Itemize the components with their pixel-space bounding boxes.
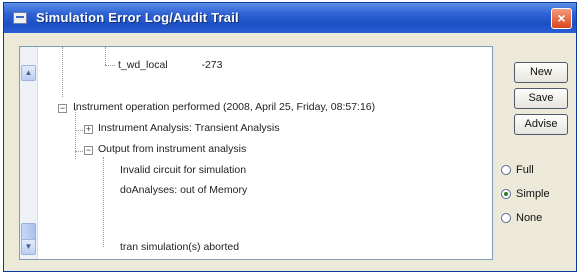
radio-none-indicator[interactable] — [501, 213, 511, 224]
tree-connector — [75, 130, 83, 131]
title-bar[interactable]: Simulation Error Log/Audit Trail × — [4, 3, 576, 33]
tree-connector — [105, 65, 115, 66]
log-operation-header[interactable]: Instrument operation performed (2008, Ap… — [73, 101, 375, 113]
tree-connector — [75, 151, 83, 152]
app-icon — [13, 12, 27, 24]
tree-connector — [62, 47, 63, 97]
collapse-output-toggle[interactable]: − — [84, 146, 93, 155]
log-output-node[interactable]: Output from instrument analysis — [98, 143, 246, 155]
radio-simple-label: Simple — [516, 188, 550, 200]
expand-analysis-toggle[interactable]: + — [84, 125, 93, 134]
log-line-variable: t_wd_local -273 — [118, 59, 222, 71]
radio-simple[interactable]: Simple — [501, 188, 550, 200]
vertical-scrollbar[interactable]: ▲ ▼ — [20, 47, 38, 259]
new-button[interactable]: New — [514, 62, 568, 83]
radio-none[interactable]: None — [501, 212, 542, 224]
log-message: doAnalyses: out of Memory — [120, 184, 248, 196]
scroll-down-button[interactable]: ▼ — [21, 239, 36, 255]
radio-full[interactable]: Full — [501, 164, 534, 176]
collapse-operation-toggle[interactable]: − — [58, 104, 67, 113]
radio-simple-indicator[interactable] — [501, 189, 511, 200]
tree-connector — [103, 157, 104, 247]
window-title: Simulation Error Log/Audit Trail — [36, 10, 239, 25]
log-tree: t_wd_local -273 − Instrument operation p… — [45, 47, 492, 259]
log-panel[interactable]: ▲ ▼ t_wd_local -273 − Instrument operati… — [19, 46, 493, 260]
tree-connector — [105, 47, 106, 65]
radio-full-label: Full — [516, 164, 534, 176]
save-button[interactable]: Save — [514, 88, 568, 109]
advise-button[interactable]: Advise — [514, 114, 568, 135]
scroll-up-button[interactable]: ▲ — [21, 65, 36, 81]
variable-name: t_wd_local — [118, 59, 168, 71]
radio-none-label: None — [516, 212, 543, 224]
log-final-message: tran simulation(s) aborted — [120, 241, 240, 253]
log-analysis-node[interactable]: Instrument Analysis: Transient Analysis — [98, 122, 280, 134]
variable-value: -273 — [201, 59, 223, 71]
radio-full-indicator[interactable] — [501, 165, 511, 176]
close-button[interactable]: × — [551, 8, 572, 29]
log-message: Invalid circuit for simulation — [120, 164, 247, 176]
